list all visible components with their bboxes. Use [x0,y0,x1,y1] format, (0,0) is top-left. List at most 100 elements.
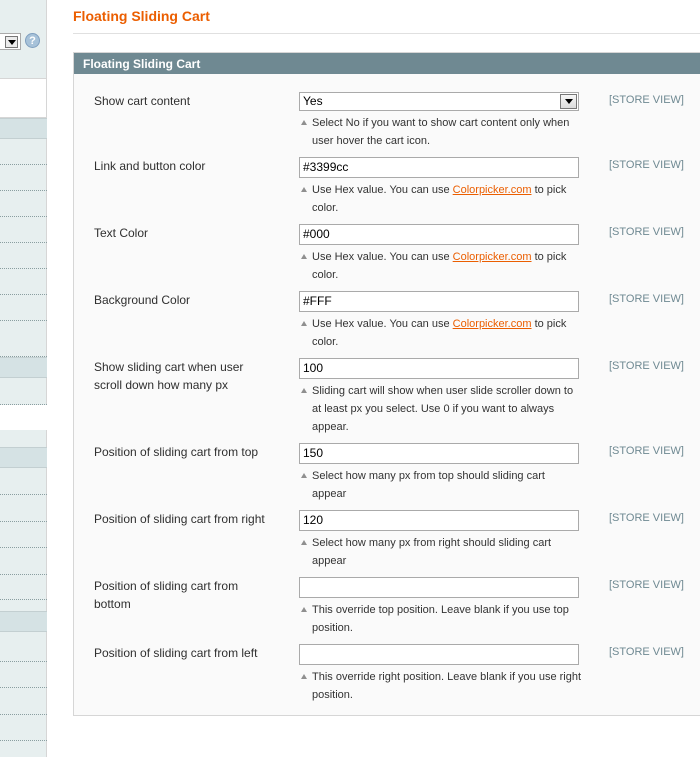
scope-label: [STORE VIEW] [609,226,684,238]
field-label: Link and button color [94,159,206,173]
sidebar-group-header[interactable] [0,118,47,139]
field-control: 120 Select how many px from right should… [299,510,579,570]
page-title: Floating Sliding Cart [73,8,210,24]
link-button-color-input[interactable]: #3399cc [299,157,579,178]
position-left-input[interactable] [299,644,579,665]
field-note: Select No if you want to show cart conte… [299,114,582,150]
note-triangle-icon [301,540,307,545]
note-text: Use Hex value. You can use [312,251,453,263]
field-label: Position of sliding cart from top [94,445,259,459]
sidebar-item[interactable] [0,688,47,715]
field-note: This override right position. Leave blan… [299,668,582,704]
scope-label: [STORE VIEW] [609,293,684,305]
sidebar-item[interactable] [0,468,47,495]
field-control: 150 Select how many px from top should s… [299,443,579,503]
field-control: This override top position. Leave blank … [299,577,579,637]
scope-label: [STORE VIEW] [609,579,684,591]
note-triangle-icon [301,607,307,612]
sidebar-group [0,430,47,757]
config-section: Floating Sliding Cart Show cart content … [73,52,700,716]
note-text: Use Hex value. You can use [312,184,453,196]
colorpicker-link[interactable]: Colorpicker.com [453,251,532,263]
section-header[interactable]: Floating Sliding Cart [74,53,700,74]
sidebar-item[interactable] [0,662,47,688]
note-triangle-icon [301,187,307,192]
field-note: Select how many px from right should sli… [299,534,582,570]
sidebar-group [0,118,47,405]
field-label: Position of sliding cart from left [94,646,258,660]
field-control: #000 Use Hex value. You can use Colorpic… [299,224,579,284]
note-text: Sliding cart will show when user slide s… [312,385,574,433]
chevron-down-icon[interactable] [5,36,18,48]
note-text: This override right position. Leave blan… [312,671,582,701]
field-note: Sliding cart will show when user slide s… [299,382,582,436]
sidebar-item[interactable] [0,321,47,357]
sidebar-item[interactable] [0,715,47,741]
scope-label: [STORE VIEW] [609,646,684,658]
position-bottom-input[interactable] [299,577,579,598]
sidebar-item[interactable] [0,269,47,295]
note-text: This override top position. Leave blank … [312,604,569,634]
field-note: Select how many px from top should slidi… [299,467,582,503]
sidebar-item[interactable] [0,243,47,269]
sidebar-item[interactable] [0,165,47,191]
field-control: 100 Sliding cart will show when user sli… [299,358,579,436]
sidebar-spacer [0,78,47,118]
title-divider [73,33,700,34]
note-triangle-icon [301,674,307,679]
sidebar-group-header[interactable] [0,357,47,378]
sidebar-group-header[interactable] [0,447,47,468]
field-label: Background Color [94,293,191,307]
sidebar-group-header[interactable] [0,611,47,632]
field-label: Show cart content [94,94,191,108]
note-triangle-icon [301,388,307,393]
sidebar-item[interactable] [0,632,47,662]
note-triangle-icon [301,120,307,125]
colorpicker-link[interactable]: Colorpicker.com [453,318,532,330]
select-value: Yes [303,94,323,108]
sidebar-item[interactable] [0,295,47,321]
note-triangle-icon [301,321,307,326]
background-color-input[interactable]: #FFF [299,291,579,312]
store-switcher-panel: ? [0,0,47,78]
field-control: This override right position. Leave blan… [299,644,582,704]
colorpicker-link[interactable]: Colorpicker.com [453,184,532,196]
chevron-down-icon[interactable] [560,94,577,109]
scope-label: [STORE VIEW] [609,94,684,106]
position-top-input[interactable]: 150 [299,443,579,464]
sidebar-item[interactable] [0,378,47,405]
text-color-input[interactable]: #000 [299,224,579,245]
field-note: Use Hex value. You can use Colorpicker.c… [299,315,582,351]
sidebar-item[interactable] [0,139,47,165]
sidebar-item[interactable] [0,191,47,217]
field-note: Use Hex value. You can use Colorpicker.c… [299,181,582,217]
sidebar-item[interactable] [0,575,47,600]
sidebar-item[interactable] [0,548,47,575]
field-label: Position of sliding cart from bottom [94,579,239,611]
field-label: Show sliding cart when user scroll down … [94,360,244,392]
sidebar-item[interactable] [0,522,47,548]
note-triangle-icon [301,473,307,478]
position-right-input[interactable]: 120 [299,510,579,531]
left-sidebar: ? [0,0,48,757]
field-control: #FFF Use Hex value. You can use Colorpic… [299,291,579,351]
note-text: Select No if you want to show cart conte… [312,117,570,147]
scope-label: [STORE VIEW] [609,360,684,372]
store-switcher-select[interactable] [0,33,21,50]
show-cart-content-select[interactable]: Yes [299,92,579,111]
note-text: Select how many px from right should sli… [312,537,552,567]
field-label: Position of sliding cart from right [94,512,265,526]
sidebar-item[interactable] [0,495,47,522]
field-label: Text Color [94,226,149,240]
note-text: Use Hex value. You can use [312,318,453,330]
note-triangle-icon [301,254,307,259]
field-note: This override top position. Leave blank … [299,601,582,637]
scope-label: [STORE VIEW] [609,159,684,171]
scope-label: [STORE VIEW] [609,445,684,457]
note-text: Select how many px from top should slidi… [312,470,545,500]
help-icon[interactable]: ? [25,33,40,48]
field-note: Use Hex value. You can use Colorpicker.c… [299,248,582,284]
field-control: Yes Select No if you want to show cart c… [299,92,579,150]
sidebar-item[interactable] [0,217,47,243]
scroll-distance-input[interactable]: 100 [299,358,579,379]
